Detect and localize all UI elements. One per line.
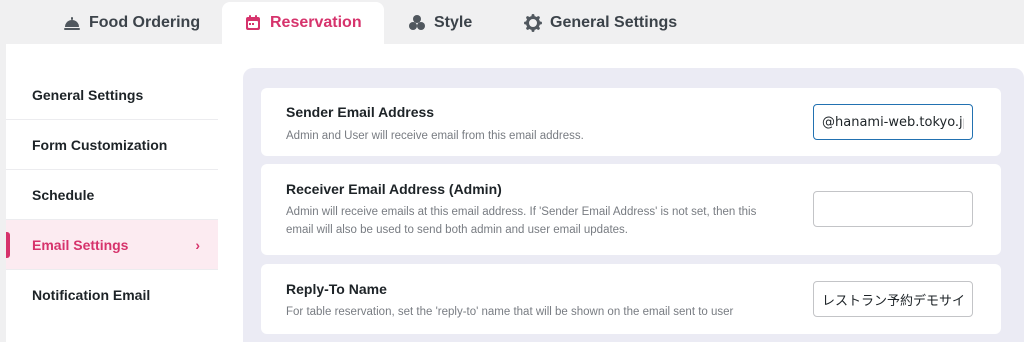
sidebar-item-email-settings[interactable]: Email Settings › [6,220,218,270]
reply-to-name-input[interactable] [813,281,973,317]
gear-icon [524,14,542,32]
sidebar-item-general-settings[interactable]: General Settings [6,70,218,120]
sidebar-item-label: Schedule [32,186,95,203]
sender-email-input[interactable] [813,104,973,140]
setting-title: Receiver Email Address (Admin) [286,181,502,197]
chevron-right-icon: › [195,236,200,253]
sidebar-item-label: Form Customization [32,136,168,153]
tab-reservation[interactable]: Reservation [222,2,384,44]
tab-label: Reservation [270,14,362,31]
receiver-email-card: Receiver Email Address (Admin) Admin wil… [261,164,1001,255]
tab-label: General Settings [550,14,678,31]
setting-title: Reply-To Name [286,281,387,297]
settings-sidebar: General Settings Form Customization Sche… [6,70,218,320]
top-tab-bar: Food Ordering Reservation Style General … [0,0,1024,44]
sidebar-item-schedule[interactable]: Schedule [6,170,218,220]
receiver-email-input[interactable] [813,191,973,227]
setting-description: For table reservation, set the 'reply-to… [286,306,734,318]
calendar-icon [244,14,262,32]
sidebar-item-label: General Settings [32,86,144,103]
sidebar-item-notification-email[interactable]: Notification Email [6,270,218,320]
tab-label: Food Ordering [89,14,201,31]
setting-title: Sender Email Address [286,104,435,120]
setting-description: Admin will receive emails at this email … [286,206,757,236]
reply-to-name-card: Reply-To Name For table reservation, set… [261,264,1001,334]
sidebar-item-label: Email Settings [32,236,129,253]
sidebar-item-form-customization[interactable]: Form Customization [6,120,218,170]
cloche-icon [63,14,81,32]
settings-panel: General Settings Form Customization Sche… [6,44,1024,342]
palette-icon [408,14,426,32]
tab-style[interactable]: Style [408,2,472,44]
tab-food-ordering[interactable]: Food Ordering [63,2,200,44]
setting-description: Admin and User will receive email from t… [286,130,584,142]
tab-general-settings[interactable]: General Settings [524,2,677,44]
settings-content: Sender Email Address Admin and User will… [243,68,1024,342]
tab-label: Style [434,14,473,31]
sender-email-card: Sender Email Address Admin and User will… [261,88,1001,156]
sidebar-item-label: Notification Email [32,287,151,303]
